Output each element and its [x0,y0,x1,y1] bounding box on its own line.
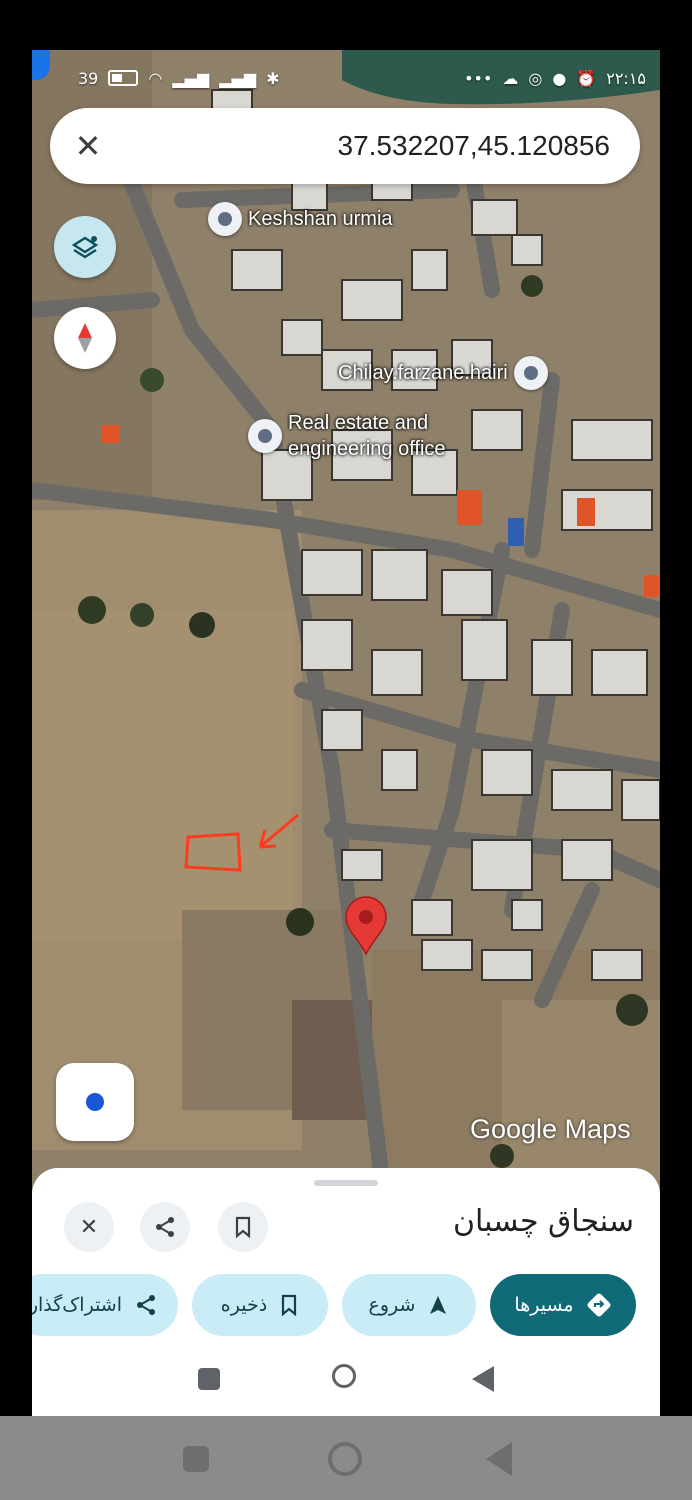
search-bar[interactable]: ✕ 37.532207,45.120856 [50,108,640,184]
instagram-icon: ◎ [528,68,543,88]
start-button[interactable]: شروع [342,1274,476,1336]
directions-button[interactable]: مسیرها [490,1274,636,1336]
map-watermark: Google Maps [470,1114,631,1144]
my-location-button[interactable] [56,1063,134,1141]
place-name: Real estate and engineering office [288,412,446,460]
place-label[interactable]: Keshshan urmia [208,202,393,236]
place-pin-icon [513,356,548,390]
recents-icon[interactable] [198,1368,220,1390]
signal-icon: ▂▄▆ [172,68,210,88]
share-chip-button[interactable]: اشتراک‌گذاری [32,1274,178,1336]
close-icon: ✕ [79,1214,99,1240]
layers-button[interactable] [54,216,116,278]
share-icon [137,1295,155,1315]
bookmark-icon [282,1294,297,1316]
clock-time: ۲۲:۱۵ [606,68,646,88]
battery-level: 39 [78,68,99,88]
signal-icon-2: ▂▄▆ [219,68,257,88]
dropped-pin-icon[interactable] [344,896,388,956]
close-icon[interactable]: ✕ [50,108,126,184]
action-label: ذخیره [220,1294,268,1316]
close-button[interactable]: ✕ [64,1202,114,1252]
place-pin-icon [248,419,282,453]
status-bar: 39 ◠ ▂▄▆ ▂▄▆ ✱ ••• ☁ ◎ ● ⏰ ۲۲:۱۵ [32,50,660,106]
phone-screen: 39 ◠ ▂▄▆ ▂▄▆ ✱ ••• ☁ ◎ ● ⏰ ۲۲:۱۵ ✕ 37.53… [32,50,660,1416]
device-navigation-bar [0,1416,692,1500]
compass-icon [78,323,92,353]
back-icon[interactable] [472,1366,494,1392]
place-label[interactable]: Chilay.farzane.hairi [338,356,548,390]
navigation-arrow-icon [430,1296,447,1314]
place-pin-icon [208,202,242,236]
home-icon[interactable] [332,1364,356,1388]
save-button[interactable] [218,1202,268,1252]
cloud-icon: ☁ [502,68,519,88]
compass-button[interactable] [54,307,116,369]
bookmark-icon [235,1216,251,1238]
place-label[interactable]: Real estate and engineering office [248,410,446,462]
back-icon[interactable] [486,1442,512,1476]
system-navigation-bar [32,1364,660,1404]
share-icon [156,1217,174,1237]
drag-handle[interactable] [314,1180,378,1186]
place-name: Chilay.farzane.hairi [338,361,508,384]
wifi-icon: ◠ [148,68,163,88]
sheet-title: سنجاق چسبان [452,1204,634,1239]
search-query[interactable]: 37.532207,45.120856 [126,130,640,162]
place-name: Keshshan urmia [248,207,393,230]
directions-icon [587,1293,611,1317]
my-location-icon [86,1093,104,1111]
place-bottom-sheet: ✕ سنجاق چسبان مسیرها شروع [32,1168,660,1416]
layers-icon [71,236,99,259]
battery-icon [108,70,139,86]
recents-icon[interactable] [183,1446,209,1472]
action-label: شروع [368,1294,416,1316]
home-icon[interactable] [328,1442,362,1476]
action-label: مسیرها [514,1294,574,1316]
more-dots-icon: ••• [464,68,493,88]
bluetooth-icon: ✱ [266,68,280,88]
share-button[interactable] [140,1202,190,1252]
message-icon: ● [552,68,567,88]
action-label: اشتراک‌گذاری [32,1294,122,1316]
alarm-icon: ⏰ [576,68,597,88]
save-chip-button[interactable]: ذخیره [192,1274,328,1336]
